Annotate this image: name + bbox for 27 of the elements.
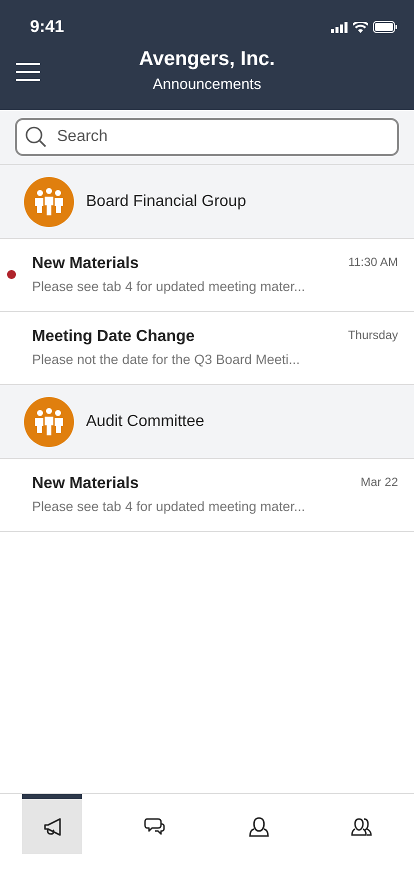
header-title: Avengers, Inc. (139, 48, 275, 71)
header-subtitle: Announcements (152, 76, 262, 93)
group-header[interactable]: Audit Committee (0, 385, 414, 459)
message-time: 11:30 AM (348, 255, 398, 271)
group-name: Board Financial Group (86, 192, 246, 210)
message-time: Thursday (348, 328, 398, 344)
signal-icon (331, 22, 348, 32)
group-icon (24, 396, 74, 446)
message-preview: Please see tab 4 for updated meeting mater... (32, 499, 306, 514)
status-time: 9:41 (30, 17, 64, 37)
message-row[interactable]: New Materials Please see tab 4 for updated meeting mater... 11:30 AM (0, 239, 414, 312)
announcements-tab[interactable] (22, 794, 82, 854)
group-icon (24, 176, 74, 226)
group-header[interactable]: Board Financial Group (0, 165, 414, 239)
wifi-icon (353, 22, 368, 32)
message-time: Mar 22 (360, 475, 398, 491)
menu-button[interactable] (16, 62, 40, 82)
message-title: New Materials (32, 255, 140, 273)
message-title: Meeting Date Change (32, 328, 196, 346)
message-title: New Materials (32, 475, 140, 493)
search-icon (25, 126, 47, 148)
message-row[interactable]: New Materials Please see tab 4 for updated meeting mater... Mar 22 (0, 459, 414, 532)
group-name: Audit Committee (86, 412, 204, 430)
message-preview: Please not the date for the Q3 Board Meeti... (32, 352, 300, 367)
message-preview: Please see tab 4 for updated meeting mater... (32, 279, 306, 294)
battery-icon (373, 21, 398, 33)
search-field[interactable]: Search (15, 118, 399, 156)
